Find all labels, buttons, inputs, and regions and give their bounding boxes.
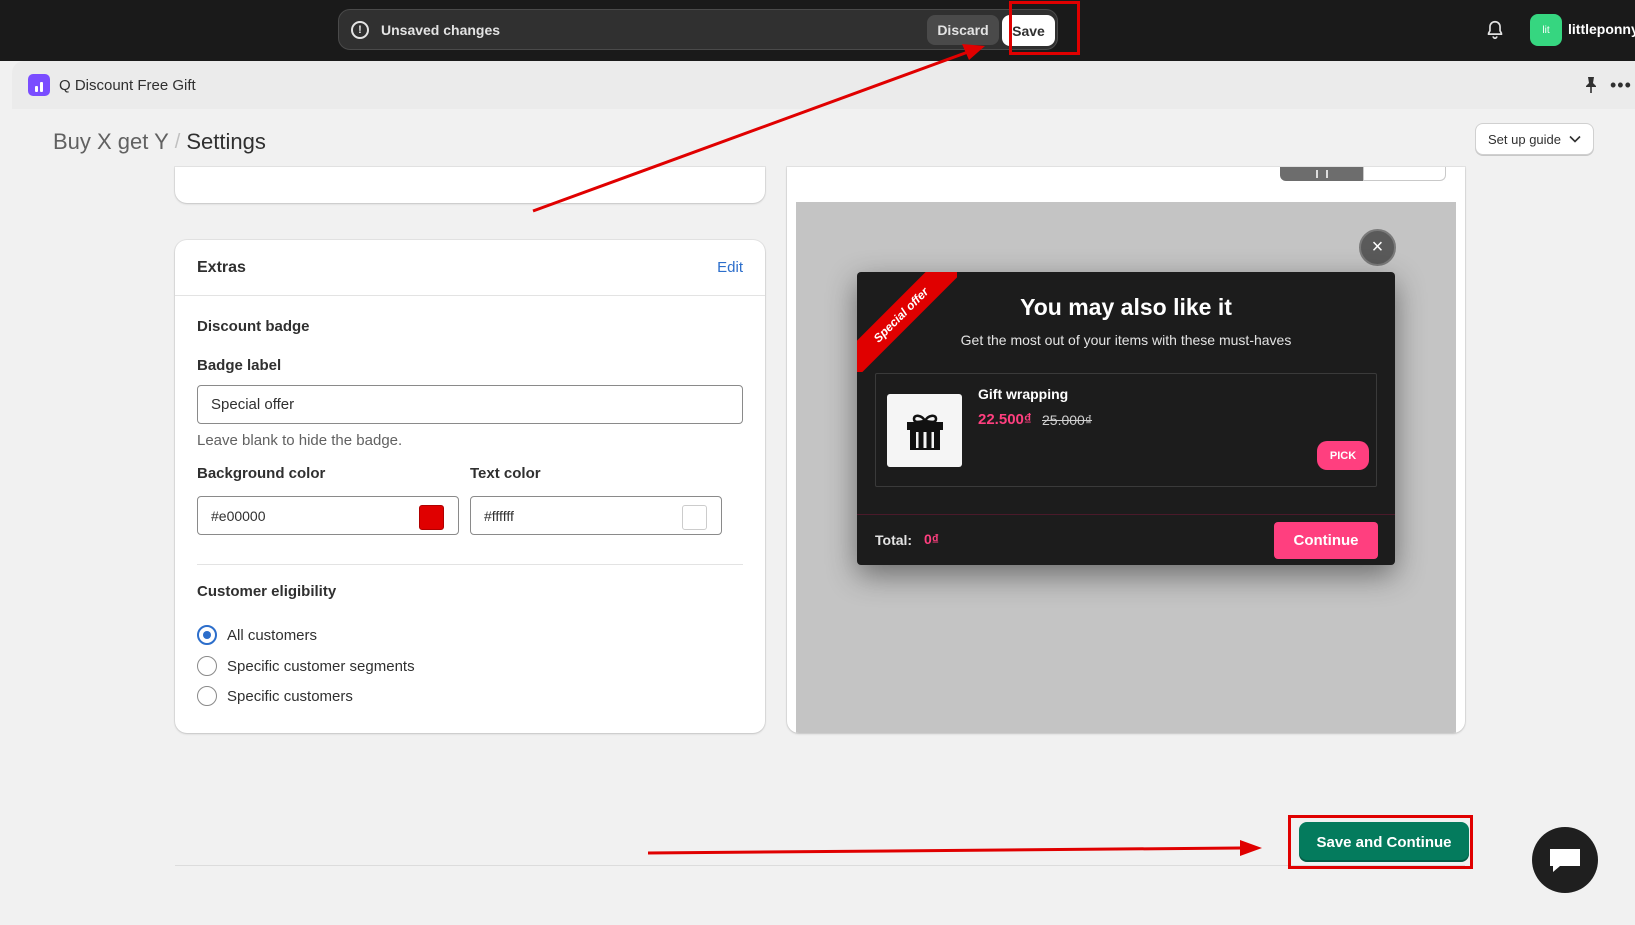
customer-eligibility-heading: Customer eligibility	[197, 583, 337, 600]
radio-specific-customers[interactable]: Specific customers	[197, 686, 353, 706]
discard-button[interactable]: Discard	[927, 15, 999, 45]
divider	[197, 564, 743, 565]
text-color-input[interactable]: #ffffff	[470, 496, 722, 535]
radio-button[interactable]	[197, 656, 217, 676]
setup-guide-button[interactable]: Set up guide	[1475, 123, 1595, 155]
extras-card: Extras Edit Discount badge Badge label S…	[175, 240, 765, 733]
page-title: Settings	[186, 129, 266, 154]
preview-device-toggle[interactable]	[1280, 167, 1446, 181]
unsaved-changes-text: Unsaved changes	[381, 21, 501, 38]
avatar[interactable]: lit	[1530, 14, 1562, 46]
pin-icon[interactable]	[1583, 76, 1599, 94]
breadcrumb: Buy X get Y / Settings	[53, 129, 266, 155]
product-item: Gift wrapping 22.500₫ 25.000₫ PICK	[875, 373, 1377, 487]
extras-title: Extras	[197, 258, 246, 276]
chevron-down-icon	[1569, 135, 1581, 143]
radio-button-checked[interactable]	[197, 625, 217, 645]
pick-button[interactable]: PICK	[1317, 441, 1369, 470]
product-name: Gift wrapping	[978, 386, 1069, 402]
chat-icon	[1550, 849, 1580, 872]
ribbon-text: Special offer	[857, 272, 957, 372]
bottom-divider	[175, 865, 1465, 866]
radio-button[interactable]	[197, 686, 217, 706]
chat-widget-button[interactable]	[1532, 827, 1598, 893]
product-price: 22.500₫	[978, 411, 1032, 428]
text-color-value: #ffffff	[484, 507, 514, 524]
radio-all-customers[interactable]: All customers	[197, 625, 317, 645]
background-color-label: Background color	[197, 465, 326, 482]
badge-help-text: Leave blank to hide the badge.	[197, 432, 403, 449]
preview-tab-mobile[interactable]	[1363, 167, 1446, 181]
edit-link[interactable]: Edit	[717, 259, 743, 276]
radio-label: Specific customers	[227, 687, 353, 705]
app-frame: Q Discount Free Gift ••• Buy X get Y / S…	[12, 61, 1635, 918]
preview-tab-desktop[interactable]	[1280, 167, 1363, 181]
continue-button[interactable]: Continue	[1274, 522, 1378, 559]
modal-subtitle: Get the most out of your items with thes…	[960, 332, 1292, 348]
app-name: Q Discount Free Gift	[59, 76, 196, 94]
more-options-icon[interactable]: •••	[1610, 75, 1632, 96]
previous-card	[175, 167, 765, 203]
extras-card-header: Extras Edit	[175, 240, 765, 296]
discount-badge-heading: Discount badge	[197, 318, 310, 335]
total-label: Total:	[875, 532, 913, 548]
background-color-swatch[interactable]	[419, 505, 444, 530]
main-content: Extras Edit Discount badge Badge label S…	[12, 167, 1635, 918]
background-color-input[interactable]: #e00000	[197, 496, 459, 535]
discount-badge-ribbon: Special offer	[857, 272, 957, 372]
product-compare-price: 25.000₫	[1042, 412, 1093, 428]
annotation-box-save-continue	[1288, 815, 1473, 869]
total-value: 0₫	[924, 531, 939, 547]
badge-label-input[interactable]: Special offer	[197, 385, 743, 424]
admin-topbar: ! Unsaved changes Discard Save lit littl…	[0, 0, 1635, 61]
alert-icon: !	[351, 20, 369, 39]
radio-label: All customers	[227, 626, 318, 644]
breadcrumb-parent[interactable]: Buy X get Y	[53, 129, 169, 155]
store-name[interactable]: littleponny	[1568, 21, 1635, 37]
preview-card: × Special offer You may also like it Get…	[787, 167, 1465, 733]
bell-icon[interactable]	[1484, 19, 1506, 41]
radio-specific-segments[interactable]: Specific customer segments	[197, 656, 415, 676]
breadcrumb-separator: /	[174, 130, 181, 153]
background-color-value: #e00000	[211, 507, 266, 524]
app-logo-icon	[28, 74, 50, 96]
badge-label-label: Badge label	[197, 357, 282, 374]
unsaved-changes-bar: ! Unsaved changes Discard Save	[338, 9, 1058, 50]
radio-label: Specific customer segments	[227, 657, 415, 675]
upsell-modal: Special offer You may also like it Get t…	[857, 272, 1395, 565]
preview-canvas: × Special offer You may also like it Get…	[796, 202, 1456, 733]
text-color-label: Text color	[470, 465, 541, 482]
modal-title: You may also like it	[1020, 294, 1232, 320]
close-icon[interactable]: ×	[1359, 229, 1396, 266]
modal-footer-divider	[857, 514, 1395, 515]
gift-icon	[887, 394, 962, 467]
app-titlebar: Q Discount Free Gift •••	[12, 61, 1635, 109]
annotation-box-save	[1009, 1, 1080, 55]
setup-guide-label: Set up guide	[1488, 131, 1562, 147]
text-color-swatch[interactable]	[682, 505, 707, 530]
